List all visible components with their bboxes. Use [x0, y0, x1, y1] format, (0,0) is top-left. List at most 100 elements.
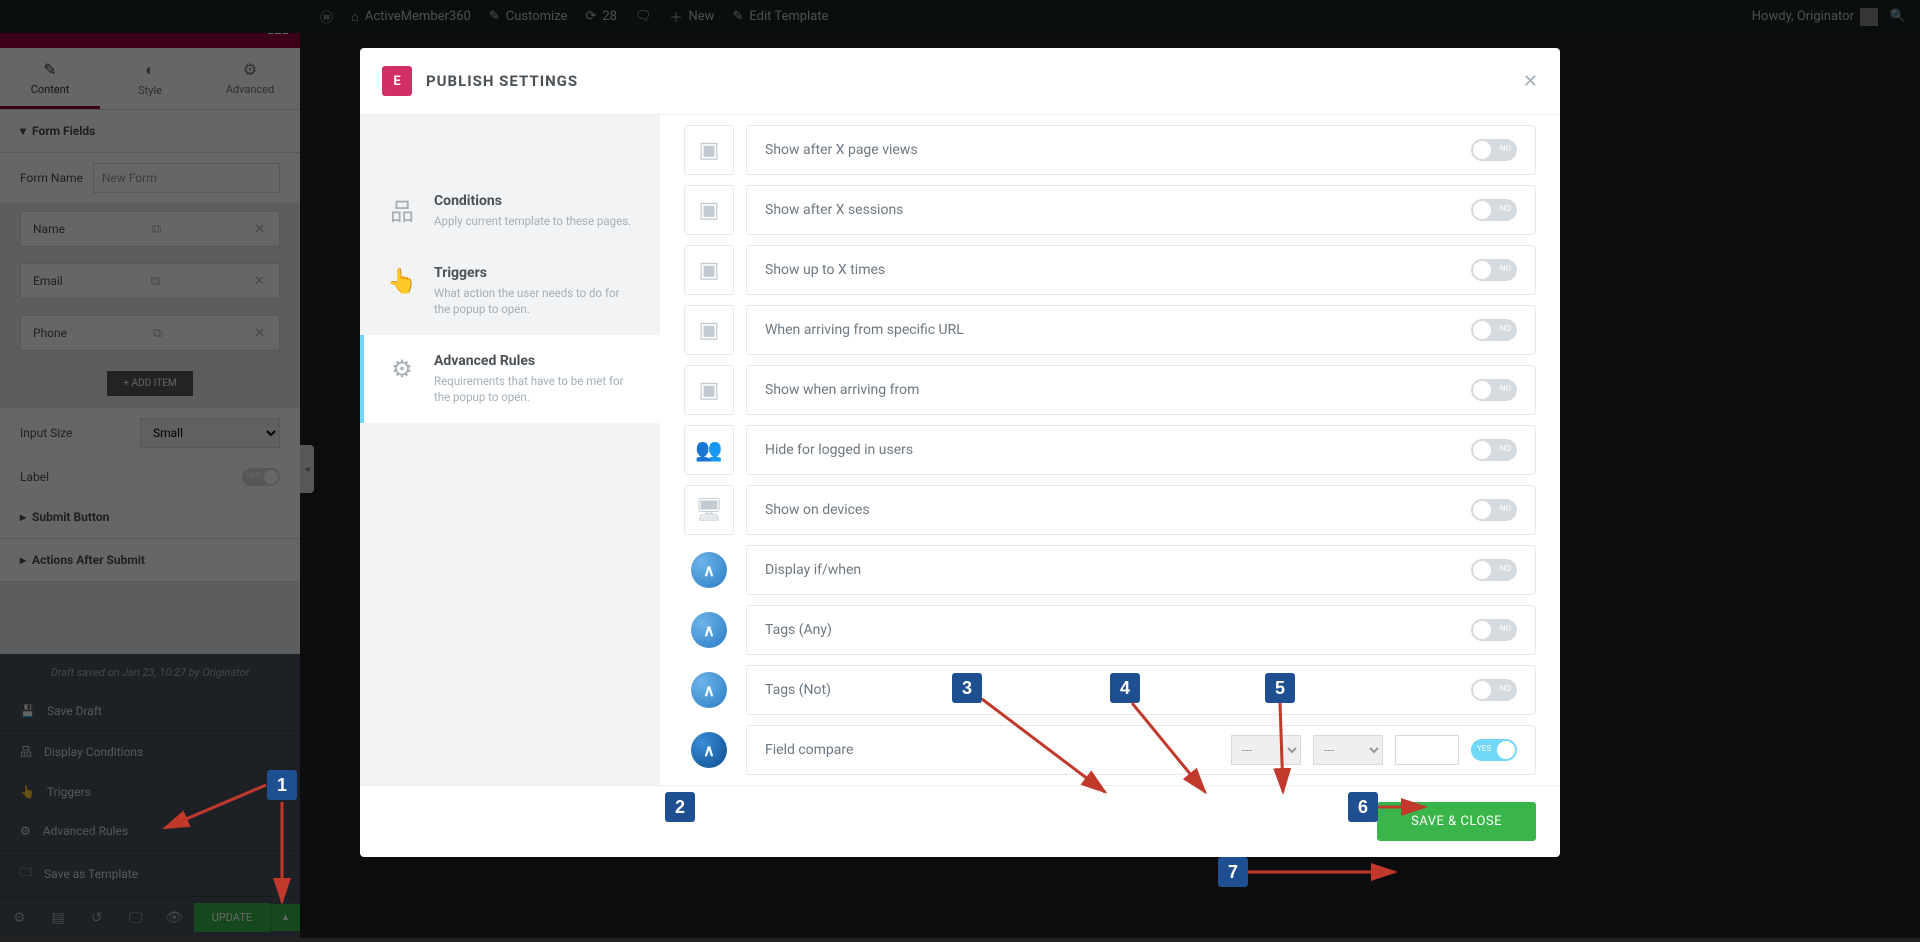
toggle-devices[interactable]: NO [1471, 499, 1517, 521]
rule-devices: 🖥 Show on devices NO [684, 485, 1536, 535]
menu-triggers[interactable]: 👆Triggers [0, 772, 300, 811]
sessions-icon: ▣ [684, 185, 734, 235]
toggle-tags-any[interactable]: NO [1471, 619, 1517, 641]
label-label: Label [20, 470, 49, 484]
users-icon: 👥 [684, 425, 734, 475]
menu-advanced-rules[interactable]: ⚙Advanced Rules [0, 811, 300, 850]
wp-site[interactable]: ⌂ ActiveMember360 [351, 9, 471, 25]
publish-settings-modal: E PUBLISH SETTINGS ✕ 品 ConditionsApply c… [360, 48, 1560, 857]
menu-display-conditions[interactable]: 品Display Conditions [0, 730, 300, 772]
save-close-button[interactable]: SAVE & CLOSE [1377, 802, 1536, 841]
page-views-icon: ▣ [684, 125, 734, 175]
menu-save-template[interactable]: 🗀Save as Template [0, 850, 300, 896]
section-submit-button[interactable]: ▸ Submit Button [0, 496, 300, 539]
section-form-fields[interactable]: ▾ Form Fields [0, 110, 300, 153]
section-actions-after[interactable]: ▸ Actions After Submit [0, 539, 300, 582]
toggle-sessions[interactable]: NO [1471, 199, 1517, 221]
rule-specific-url: ▣ When arriving from specific URL NO [684, 305, 1536, 355]
panel-tabs: ✎Content ◐Style ⚙Advanced [0, 48, 300, 110]
responsive-icon[interactable]: 🖵 [116, 910, 155, 926]
rule-display-if: ∧ Display if/when NO [684, 545, 1536, 595]
devices-icon: 🖥 [684, 485, 734, 535]
elementor-sidebar: Edit Form ✎Content ◐Style ⚙Advanced ▾ Fo… [0, 0, 300, 938]
copy-icon[interactable]: ⧉ [147, 326, 168, 341]
toggle-field-compare[interactable]: YES [1471, 739, 1517, 761]
label-toggle[interactable]: HIDE [242, 468, 280, 486]
input-size-select[interactable]: Small [140, 418, 280, 448]
wp-logo[interactable]: ⓦ [320, 7, 333, 26]
field-compare-field-select[interactable]: --- [1231, 735, 1301, 765]
history-icon[interactable]: ↺ [77, 910, 116, 926]
toggle-tags-not[interactable]: NO [1471, 679, 1517, 701]
am360-icon: ∧ [684, 725, 734, 775]
close-icon[interactable]: ✕ [248, 274, 271, 289]
tab-style[interactable]: ◐Style [100, 48, 200, 109]
form-name-input[interactable] [93, 163, 280, 193]
navigator-icon[interactable]: ▤ [39, 910, 78, 926]
rule-arriving-from: ▣ Show when arriving from NO [684, 365, 1536, 415]
toggle-times[interactable]: NO [1471, 259, 1517, 281]
rule-page-views: ▣ Show after X page views NO [684, 125, 1536, 175]
avatar [1860, 8, 1878, 26]
collapse-handle[interactable]: ◂ [300, 445, 314, 493]
save-icon: 💾 [20, 704, 35, 718]
gear-icon: ⚙ [386, 353, 418, 385]
modal-header: E PUBLISH SETTINGS ✕ [360, 48, 1560, 115]
triggers-icon: 👆 [20, 785, 35, 799]
toggle-url[interactable]: NO [1471, 319, 1517, 341]
wp-updates[interactable]: ⟳ 28 [585, 9, 617, 24]
wp-howdy[interactable]: Howdy, Originator [1752, 8, 1878, 26]
toggle-display-if[interactable]: NO [1471, 559, 1517, 581]
field-compare-op-select[interactable]: --- [1313, 735, 1383, 765]
toggle-page-views[interactable]: NO [1471, 139, 1517, 161]
rule-tags-any: ∧ Tags (Any) NO [684, 605, 1536, 655]
panel-bottom: Draft saved on Jan 23, 10:27 by Originat… [0, 654, 300, 938]
wp-customize[interactable]: ✎ Customize [489, 9, 568, 24]
modal-nav: 品 ConditionsApply current template to th… [360, 115, 660, 785]
draft-status: Draft saved on Jan 23, 10:27 by Originat… [0, 654, 300, 691]
am360-icon: ∧ [684, 545, 734, 595]
style-icon: ◐ [100, 60, 200, 80]
wp-admin-bar: ⓦ ⌂ ActiveMember360 ✎ Customize ⟳ 28 🗨 ＋… [0, 0, 1920, 33]
rule-sessions: ▣ Show after X sessions NO [684, 185, 1536, 235]
nav-triggers[interactable]: 👆 TriggersWhat action the user needs to … [360, 247, 660, 335]
copy-icon[interactable]: ⧉ [145, 274, 166, 289]
rule-tags-not: ∧ Tags (Not) NO [684, 665, 1536, 715]
tab-content[interactable]: ✎Content [0, 48, 100, 109]
add-item-button[interactable]: + ADD ITEM [107, 371, 192, 396]
wp-new[interactable]: ＋ New [669, 7, 714, 26]
arriving-icon: ▣ [684, 365, 734, 415]
input-size-label: Input Size [20, 426, 140, 440]
close-icon[interactable]: ✕ [248, 222, 271, 237]
rule-field-compare: ∧ Field compare --- --- YES [684, 725, 1536, 775]
copy-icon[interactable]: ⧉ [146, 222, 167, 237]
form-name-label: Form Name [20, 171, 83, 185]
close-icon[interactable]: ✕ [1523, 71, 1538, 92]
update-dropdown[interactable]: ▲ [270, 904, 300, 931]
times-icon: ▣ [684, 245, 734, 295]
close-icon[interactable]: ✕ [248, 326, 271, 341]
nav-advanced-rules[interactable]: ⚙ Advanced RulesRequirements that have t… [360, 335, 660, 423]
search-icon[interactable]: 🔍 [1888, 7, 1908, 27]
modal-footer: SAVE & CLOSE [360, 785, 1560, 857]
toggle-arriving[interactable]: NO [1471, 379, 1517, 401]
conditions-icon: 品 [20, 743, 32, 760]
settings-icon[interactable]: ⚙ [0, 910, 39, 926]
tab-advanced[interactable]: ⚙Advanced [200, 48, 300, 109]
wp-edit-template[interactable]: ✎ Edit Template [732, 9, 828, 24]
svg-text:7: 7 [1228, 862, 1238, 882]
folder-icon: 🗀 [20, 863, 32, 884]
rule-up-to-times: ▣ Show up to X times NO [684, 245, 1536, 295]
field-phone[interactable]: Phone⧉✕ [20, 315, 280, 351]
menu-save-draft[interactable]: 💾Save Draft [0, 691, 300, 730]
field-name[interactable]: Name⧉✕ [20, 211, 280, 247]
preview-icon[interactable]: 👁 [155, 910, 194, 926]
toggle-logged-in[interactable]: NO [1471, 439, 1517, 461]
am360-icon: ∧ [684, 605, 734, 655]
modal-content[interactable]: ▣ Show after X page views NO ▣ Show afte… [660, 115, 1560, 785]
nav-conditions[interactable]: 品 ConditionsApply current template to th… [360, 175, 660, 247]
wp-comments[interactable]: 🗨 [635, 9, 652, 24]
field-compare-value-input[interactable] [1395, 735, 1459, 765]
update-button[interactable]: UPDATE [194, 903, 270, 932]
field-email[interactable]: Email⧉✕ [20, 263, 280, 299]
